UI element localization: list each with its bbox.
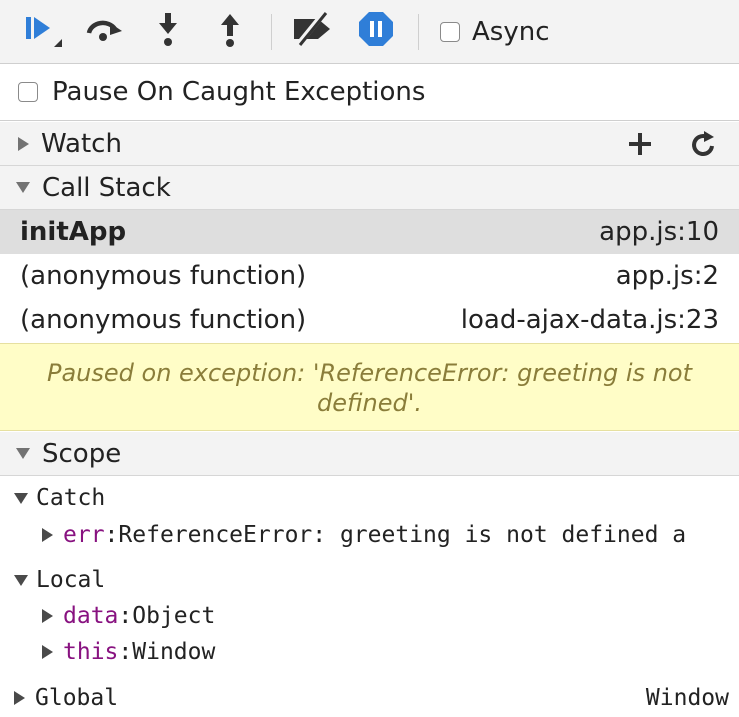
property-separator: : (118, 639, 133, 665)
frame-location[interactable]: app.js:10 (599, 217, 719, 247)
async-label: Async (472, 17, 550, 47)
scope-local-item[interactable]: data: Object (0, 598, 215, 634)
pause-on-caught-checkbox[interactable] (18, 82, 38, 102)
paused-message-line: defined'. (317, 389, 422, 417)
expanded-triangle-icon (16, 182, 30, 193)
property-key: err (63, 522, 105, 548)
property-key: data (63, 603, 119, 629)
step-out-icon (210, 9, 250, 56)
call-stack-frame[interactable]: initApp app.js:10 (0, 210, 739, 254)
scope-catch-node[interactable]: Catch (0, 480, 105, 516)
resume-button[interactable] (20, 0, 64, 64)
property-key: this (63, 639, 119, 665)
frame-location[interactable]: load-ajax-data.js:23 (461, 305, 719, 335)
expanded-triangle-icon (14, 492, 28, 504)
plus-icon[interactable] (626, 128, 654, 167)
scope-title: Scope (42, 438, 122, 469)
call-stack-title: Call Stack (42, 172, 171, 203)
call-stack-frame[interactable]: (anonymous function) load-ajax-data.js:2… (0, 298, 739, 342)
frame-function-name: (anonymous function) (20, 261, 307, 291)
watch-section-header[interactable]: Watch (0, 122, 739, 166)
scope-section-header[interactable]: Scope (0, 432, 739, 476)
expanded-triangle-icon (16, 448, 30, 459)
property-separator: : (118, 603, 133, 629)
deactivate-breakpoints-button[interactable] (288, 0, 336, 64)
toolbar-divider (271, 14, 272, 50)
property-value: Window (132, 639, 216, 665)
scope-global-value: Window (645, 685, 729, 711)
scope-global-label: Global (35, 685, 119, 711)
step-out-button[interactable] (210, 0, 250, 64)
property-separator: : (104, 522, 119, 548)
frame-function-name: (anonymous function) (20, 305, 307, 335)
scope-catch-err-item[interactable]: err: ReferenceError: greeting is not def… (0, 517, 686, 553)
frame-function-name: initApp (20, 217, 127, 247)
collapsed-triangle-icon (42, 645, 53, 659)
async-toggle[interactable]: Async (440, 0, 550, 64)
pause-on-caught-label: Pause On Caught Exceptions (52, 77, 426, 107)
resume-icon (20, 7, 64, 58)
collapsed-triangle-icon (18, 136, 29, 151)
call-stack-frame[interactable]: (anonymous function) app.js:2 (0, 254, 739, 298)
step-into-button[interactable] (148, 0, 188, 64)
async-checkbox[interactable] (440, 22, 460, 42)
watch-title: Watch (41, 128, 122, 159)
scope-global-node[interactable]: Global Window (0, 680, 739, 716)
step-over-icon (82, 9, 126, 56)
pause-on-exceptions-button[interactable] (356, 0, 396, 64)
collapsed-triangle-icon (42, 528, 53, 542)
collapsed-triangle-icon (42, 609, 53, 623)
collapsed-triangle-icon (14, 691, 25, 705)
pause-on-caught-row[interactable]: Pause On Caught Exceptions (0, 64, 739, 121)
paused-on-exception-message: Paused on exception: 'ReferenceError: gr… (0, 343, 739, 431)
frame-location[interactable]: app.js:2 (616, 261, 719, 291)
deactivate-breakpoints-icon (288, 9, 336, 56)
scope-local-item[interactable]: this: Window (0, 634, 215, 670)
paused-message-line: Paused on exception: 'ReferenceError: gr… (46, 359, 692, 387)
toolbar-divider (418, 14, 419, 50)
refresh-icon[interactable] (690, 128, 718, 167)
property-value: ReferenceError: greeting is not defined … (118, 522, 687, 548)
scope-local-label: Local (36, 567, 106, 593)
scope-catch-label: Catch (36, 485, 106, 511)
pause-on-exceptions-icon (356, 9, 396, 56)
scope-local-node[interactable]: Local (0, 562, 105, 598)
property-value: Object (132, 603, 216, 629)
call-stack-section-header[interactable]: Call Stack (0, 166, 739, 210)
expanded-triangle-icon (14, 574, 28, 586)
step-into-icon (148, 9, 188, 56)
step-over-button[interactable] (82, 0, 126, 64)
debugger-toolbar: Async (0, 0, 739, 64)
